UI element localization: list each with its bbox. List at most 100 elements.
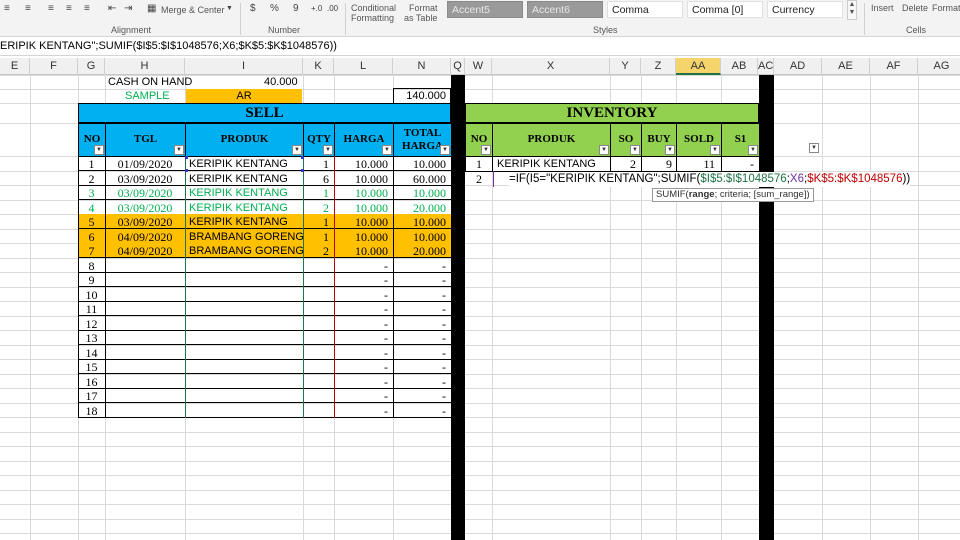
col-header-af[interactable]: AF bbox=[870, 58, 918, 75]
align-left-icon[interactable]: ≡ bbox=[48, 4, 54, 14]
range-handle[interactable] bbox=[301, 156, 304, 159]
excel-window: ≡ ≡ ≡ ≡ ≡ ⇤ ⇥ ▦ Merge & Center ▼ $ % 9 +… bbox=[0, 0, 960, 540]
format-table-label-2[interactable]: as Table bbox=[404, 13, 437, 23]
chevron-down-icon[interactable]: ▼ bbox=[226, 4, 233, 14]
style-comma[interactable]: Comma bbox=[607, 1, 683, 18]
row-gridline bbox=[0, 518, 960, 520]
sell-no: 2 bbox=[88, 171, 95, 186]
sell-no: 1 bbox=[88, 157, 95, 171]
align-indent-icon[interactable]: ≡ bbox=[25, 4, 31, 14]
increase-indent-icon[interactable]: ⇥ bbox=[124, 4, 132, 14]
range-handle[interactable] bbox=[185, 156, 188, 159]
formula-edit-cell[interactable]: =IF(I5="KERIPIK KENTANG";SUMIF($I$5:$I$1… bbox=[509, 172, 911, 187]
filter-dropdown[interactable]: ▼ bbox=[292, 145, 302, 155]
increase-decimal-icon[interactable]: +.0 bbox=[311, 4, 322, 14]
styles-scroll[interactable]: ▲ ▼ bbox=[847, 0, 857, 20]
col-header-g[interactable]: G bbox=[78, 58, 105, 75]
col-header-ac[interactable]: AC bbox=[758, 58, 774, 75]
col-header-x[interactable]: X bbox=[492, 58, 610, 75]
sell-harga: - bbox=[384, 258, 388, 273]
col-header-f[interactable]: F bbox=[30, 58, 78, 75]
sell-no: 5 bbox=[88, 215, 95, 229]
conditional-formatting-label-1[interactable]: Conditional bbox=[351, 3, 396, 13]
col-header-ae[interactable]: AE bbox=[822, 58, 870, 75]
sell-no: 3 bbox=[88, 186, 95, 200]
col-header-q[interactable]: Q bbox=[451, 58, 465, 75]
sell-harga: 10.000 bbox=[355, 186, 388, 200]
sell-harga: - bbox=[384, 345, 388, 360]
sell-tgl: 03/09/2020 bbox=[117, 171, 173, 186]
sell-no: 4 bbox=[88, 200, 95, 215]
format-button[interactable]: Format bbox=[932, 3, 960, 13]
col-header-e[interactable]: E bbox=[0, 58, 30, 75]
col-header-aa[interactable]: AA bbox=[676, 58, 721, 75]
insert-button[interactable]: Insert bbox=[871, 3, 894, 13]
merge-center-button[interactable]: Merge & Center bbox=[161, 5, 225, 15]
align-right-icon[interactable]: ≡ bbox=[84, 4, 90, 14]
sell-tgl: 03/09/2020 bbox=[117, 200, 173, 215]
inventory-header-2: PRODUK bbox=[492, 123, 611, 157]
currency-format-icon[interactable]: $ bbox=[250, 4, 256, 14]
filter-dropdown-ad[interactable]: ▼ bbox=[809, 143, 819, 153]
sell-no: 16 bbox=[85, 374, 98, 389]
sell-harga: 10.000 bbox=[355, 157, 388, 171]
align-center-icon[interactable]: ≡ bbox=[66, 4, 72, 14]
comma-style-icon[interactable]: 9 bbox=[293, 4, 299, 14]
formula-bar-text: ERIPIK KENTANG";SUMIF($I$5:$I$1048576;X6… bbox=[0, 40, 337, 52]
style-comma0[interactable]: Comma [0] bbox=[687, 1, 763, 18]
col-header-h[interactable]: H bbox=[105, 58, 185, 75]
row-gridline bbox=[0, 446, 960, 447]
col-header-n[interactable]: N bbox=[393, 58, 451, 75]
conditional-formatting-label-2[interactable]: Formatting bbox=[351, 13, 394, 23]
cells-group-label: Cells bbox=[906, 25, 927, 35]
col-header-k[interactable]: K bbox=[303, 58, 334, 75]
col-header-l[interactable]: L bbox=[334, 58, 393, 75]
formula-bar[interactable]: ERIPIK KENTANG";SUMIF($I$5:$I$1048576;X6… bbox=[0, 38, 960, 56]
row-gridline bbox=[0, 431, 960, 433]
sell-no: 10 bbox=[85, 287, 98, 302]
range-handle[interactable] bbox=[301, 168, 304, 172]
style-accent5[interactable]: Accent5 bbox=[447, 1, 523, 18]
filter-dropdown[interactable]: ▼ bbox=[748, 145, 758, 155]
filter-dropdown[interactable]: ▼ bbox=[382, 145, 392, 155]
col-header-ad[interactable]: AD bbox=[774, 58, 822, 75]
sell-tgl: 03/09/2020 bbox=[117, 215, 173, 229]
style-currency[interactable]: Currency bbox=[767, 1, 843, 18]
range-handle[interactable] bbox=[185, 168, 188, 172]
sell-qty: 1 bbox=[323, 229, 329, 244]
col-header-i[interactable]: I bbox=[185, 58, 303, 75]
decrease-indent-icon[interactable]: ⇤ bbox=[108, 4, 116, 14]
wrap-text-icon[interactable]: ≡ bbox=[4, 4, 10, 14]
col-header-ag[interactable]: AG bbox=[918, 58, 960, 75]
delete-button[interactable]: Delete bbox=[902, 3, 928, 13]
filter-dropdown[interactable]: ▼ bbox=[481, 145, 491, 155]
filter-dropdown[interactable]: ▼ bbox=[630, 145, 640, 155]
filter-dropdown[interactable]: ▼ bbox=[665, 145, 675, 155]
col-header-y[interactable]: Y bbox=[610, 58, 641, 75]
format-table-label-1[interactable]: Format bbox=[409, 3, 438, 13]
col-header-z[interactable]: Z bbox=[641, 58, 676, 75]
alignment-group-label: Alignment bbox=[111, 25, 152, 35]
filter-dropdown[interactable]: ▼ bbox=[94, 145, 104, 155]
sell-header-3: PRODUK bbox=[185, 123, 304, 157]
inv-produk: KERIPIK KENTANG bbox=[497, 158, 596, 170]
sell-total: 10.000 bbox=[413, 186, 446, 200]
filter-dropdown[interactable]: ▼ bbox=[710, 145, 720, 155]
worksheet-grid[interactable]: CASH ON HAND 40.000 SAMPLE AR 140.000 SE… bbox=[0, 75, 960, 540]
col-header-w[interactable]: W bbox=[465, 58, 492, 75]
filter-dropdown[interactable]: ▼ bbox=[440, 145, 450, 155]
style-accent6[interactable]: Accent6 bbox=[527, 1, 603, 18]
percent-icon[interactable]: % bbox=[270, 4, 279, 14]
sell-title: SELL bbox=[78, 103, 451, 123]
filter-dropdown[interactable]: ▼ bbox=[599, 145, 609, 155]
decrease-decimal-icon[interactable]: .00 bbox=[327, 4, 338, 14]
col-header-ab[interactable]: AB bbox=[721, 58, 758, 75]
separator-column-ac bbox=[759, 75, 774, 540]
sell-total: - bbox=[442, 345, 446, 360]
formula-suffix: )) bbox=[902, 173, 911, 185]
merge-icon: ▦ bbox=[147, 3, 157, 14]
filter-dropdown[interactable]: ▼ bbox=[323, 145, 333, 155]
sell-produk: BRAMBANG GORENG bbox=[189, 245, 304, 257]
sell-column-border bbox=[78, 156, 79, 418]
filter-dropdown[interactable]: ▼ bbox=[174, 145, 184, 155]
